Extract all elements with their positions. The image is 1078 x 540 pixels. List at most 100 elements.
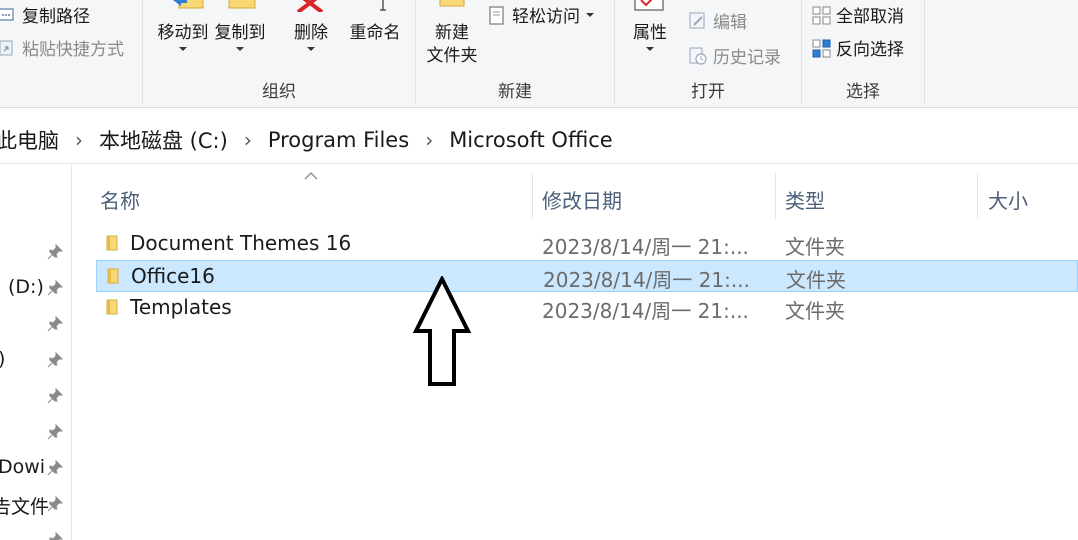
copy-path-icon bbox=[0, 6, 16, 24]
breadcrumb-chevron-icon[interactable]: › bbox=[244, 128, 252, 152]
copy-to-button[interactable]: 复制到 bbox=[207, 22, 273, 51]
organize-group-label: 组织 bbox=[262, 82, 296, 102]
delete-label: 删除 bbox=[294, 23, 328, 43]
rename-label: 重命名 bbox=[349, 23, 401, 43]
breadcrumb-chevron-icon[interactable]: › bbox=[75, 128, 83, 152]
breadcrumb-this-pc[interactable]: 此电脑 bbox=[0, 125, 59, 155]
file-row[interactable]: Templates 2023/8/14/周一 21:... 文件夹 bbox=[96, 292, 1078, 324]
invert-selection-button[interactable]: 反向选择 bbox=[812, 35, 904, 60]
easy-access-button[interactable]: 轻松访问 bbox=[488, 2, 594, 27]
nav-quick-access-item[interactable] bbox=[0, 378, 71, 414]
column-divider[interactable] bbox=[532, 173, 533, 219]
nav-item-label: ) bbox=[0, 348, 5, 370]
file-type: 文件夹 bbox=[785, 299, 845, 323]
pin-icon[interactable] bbox=[47, 280, 63, 296]
file-name: Office16 bbox=[131, 264, 215, 288]
column-header-size[interactable]: 大小 bbox=[988, 185, 1028, 214]
breadcrumb-chevron-icon[interactable]: › bbox=[425, 128, 433, 152]
new-folder-label-line2: 文件夹 bbox=[426, 46, 478, 66]
rename-icon bbox=[353, 0, 389, 18]
copy-to-label: 复制到 bbox=[214, 23, 266, 43]
clipboard-group: 复制路径 粘贴快捷方式 bbox=[0, 0, 142, 108]
easy-access-icon bbox=[488, 5, 506, 25]
file-name: Document Themes 16 bbox=[130, 231, 352, 255]
pin-icon[interactable] bbox=[47, 496, 63, 512]
edit-button[interactable]: 编辑 bbox=[689, 8, 747, 33]
copy-to-icon bbox=[225, 0, 259, 18]
breadcrumb-program-files[interactable]: Program Files bbox=[268, 128, 409, 152]
file-name: Templates bbox=[130, 295, 232, 319]
nav-quick-access-item[interactable] bbox=[0, 306, 71, 342]
nav-quick-access-item[interactable] bbox=[0, 414, 71, 450]
nav-quick-access-item[interactable]: Dowi bbox=[0, 450, 71, 486]
group-divider bbox=[924, 0, 925, 104]
select-none-icon bbox=[812, 6, 831, 24]
folder-icon bbox=[107, 268, 119, 284]
move-to-icon bbox=[171, 0, 205, 18]
nav-quick-access-item[interactable] bbox=[0, 522, 71, 540]
new-group-label: 新建 bbox=[498, 82, 532, 102]
column-divider[interactable] bbox=[775, 173, 776, 219]
pin-icon[interactable] bbox=[47, 244, 63, 260]
folder-icon bbox=[106, 235, 118, 251]
easy-access-dropdown-icon bbox=[586, 12, 594, 17]
pin-icon[interactable] bbox=[47, 352, 63, 368]
file-date-modified: 2023/8/14/周一 21:... bbox=[542, 299, 749, 323]
address-bar[interactable]: 此电脑 › 本地磁盘 (C:) › Program Files › Micros… bbox=[0, 116, 1078, 164]
delete-dropdown-icon bbox=[307, 47, 315, 51]
file-date-modified: 2023/8/14/周一 21:... bbox=[542, 235, 749, 259]
breadcrumb-local-disk-c[interactable]: 本地磁盘 (C:) bbox=[99, 125, 228, 155]
properties-dropdown-icon bbox=[646, 47, 654, 51]
paste-shortcut-icon bbox=[0, 39, 16, 57]
pin-icon[interactable] bbox=[47, 388, 63, 404]
edit-icon bbox=[689, 11, 707, 30]
invert-selection-label: 反向选择 bbox=[836, 40, 904, 60]
copy-to-dropdown-icon bbox=[236, 47, 244, 51]
breadcrumb-microsoft-office[interactable]: Microsoft Office bbox=[449, 128, 613, 152]
new-folder-icon bbox=[436, 0, 468, 16]
column-header-date-modified[interactable]: 修改日期 bbox=[542, 185, 622, 214]
new-folder-button[interactable]: 新建 文件夹 bbox=[420, 22, 484, 68]
rename-button[interactable]: 重命名 bbox=[343, 22, 407, 45]
pin-icon[interactable] bbox=[47, 460, 63, 476]
nav-quick-access-item[interactable]: 告文件 bbox=[0, 486, 71, 522]
pin-icon[interactable] bbox=[47, 424, 63, 440]
properties-icon bbox=[633, 0, 667, 18]
sort-ascending-icon bbox=[304, 172, 318, 180]
open-group-label: 打开 bbox=[691, 82, 725, 102]
file-row-selected[interactable]: Office16 2023/8/14/周一 21:... 文件夹 bbox=[96, 260, 1078, 292]
file-list: 名称 修改日期 类型 大小 Document Themes 16 2023/8/… bbox=[72, 165, 1078, 540]
select-group-label: 选择 bbox=[846, 82, 880, 102]
copy-path-label: 复制路径 bbox=[22, 7, 90, 27]
history-button[interactable]: 历史记录 bbox=[689, 43, 781, 68]
nav-item-label: Dowi bbox=[0, 456, 46, 478]
pin-icon[interactable] bbox=[47, 316, 63, 332]
copy-path-button[interactable]: 复制路径 bbox=[0, 2, 90, 27]
folder-icon bbox=[106, 299, 118, 315]
column-header-type[interactable]: 类型 bbox=[785, 185, 825, 214]
nav-item-label: 告文件 bbox=[0, 496, 50, 518]
nav-quick-access-item[interactable]: ) bbox=[0, 342, 71, 378]
file-date-modified: 2023/8/14/周一 21:... bbox=[543, 268, 750, 292]
select-none-label: 全部取消 bbox=[836, 7, 904, 27]
history-label: 历史记录 bbox=[713, 48, 781, 68]
new-folder-label-line1: 新建 bbox=[435, 23, 469, 43]
edit-label: 编辑 bbox=[713, 13, 747, 33]
open-group: 属性 编辑 历史记录 打开 bbox=[615, 0, 801, 108]
column-divider[interactable] bbox=[977, 173, 978, 219]
delete-button[interactable]: 删除 bbox=[287, 22, 335, 51]
paste-shortcut-label: 粘贴快捷方式 bbox=[22, 40, 124, 60]
file-type: 文件夹 bbox=[785, 235, 845, 259]
select-group: 全部取消 反向选择 选择 bbox=[802, 0, 924, 108]
new-group: 新建 文件夹 轻松访问 新建 bbox=[416, 0, 614, 108]
nav-quick-access-item[interactable]: (D:) bbox=[0, 270, 71, 306]
nav-quick-access-item[interactable] bbox=[0, 234, 71, 270]
column-header-name[interactable]: 名称 bbox=[100, 185, 140, 214]
select-none-button[interactable]: 全部取消 bbox=[812, 2, 904, 27]
pin-icon[interactable] bbox=[47, 532, 63, 540]
delete-icon bbox=[296, 0, 324, 16]
properties-button[interactable]: 属性 bbox=[621, 22, 679, 51]
paste-shortcut-button[interactable]: 粘贴快捷方式 bbox=[0, 35, 124, 60]
properties-label: 属性 bbox=[633, 23, 667, 43]
file-row[interactable]: Document Themes 16 2023/8/14/周一 21:... 文… bbox=[96, 228, 1078, 260]
